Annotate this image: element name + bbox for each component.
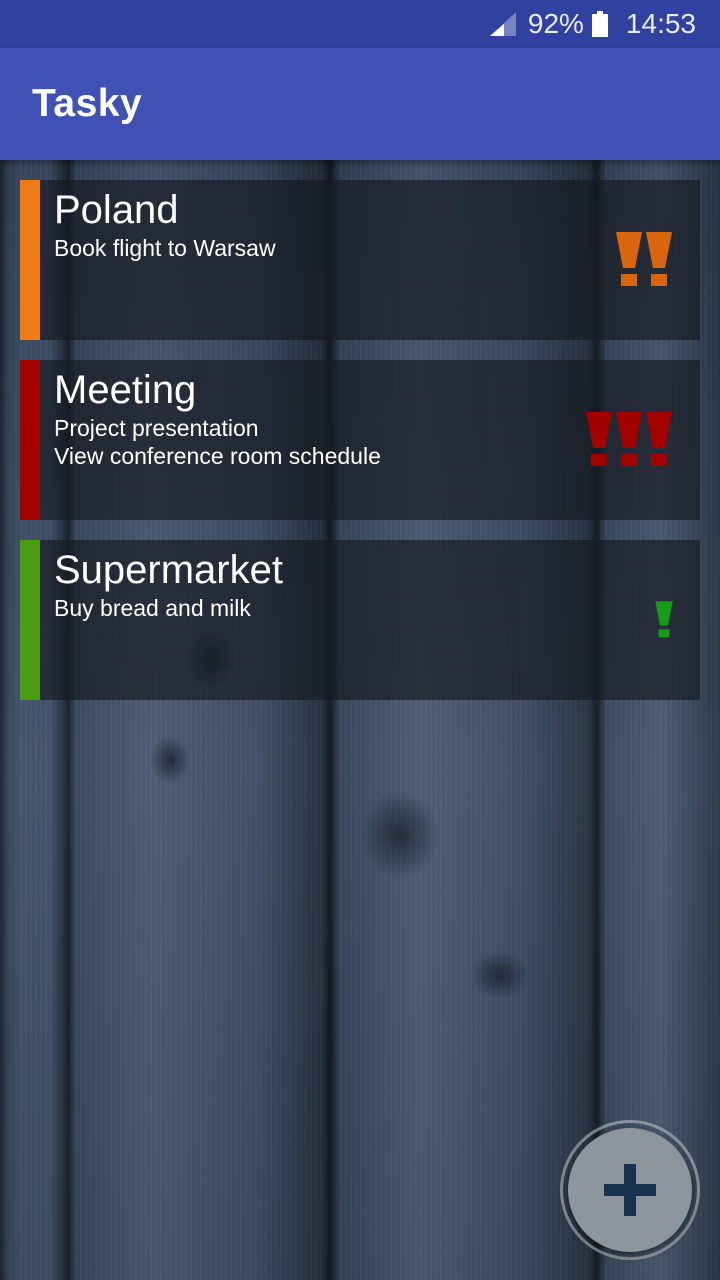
battery-icon — [591, 11, 608, 37]
wood-knot — [150, 735, 190, 785]
clock: 14:53 — [625, 8, 696, 39]
wood-knot — [470, 950, 530, 1000]
task-card[interactable]: Poland Book flight to Warsaw — [20, 180, 700, 340]
task-title: Meeting — [54, 368, 197, 412]
status-bar: 92% 14:53 — [0, 0, 720, 48]
task-description: Book flight to Warsaw — [54, 235, 276, 261]
task-description: Project presentation View conference roo… — [54, 415, 381, 469]
battery-percent: 92% — [527, 8, 584, 39]
add-task-button[interactable] — [568, 1128, 692, 1252]
plus-icon — [604, 1164, 656, 1216]
priority-indicator — [584, 360, 674, 520]
task-color-strip — [20, 360, 40, 520]
task-title: Poland — [54, 188, 179, 232]
fab-focus-ring — [560, 1120, 700, 1260]
task-color-strip — [20, 180, 40, 340]
exclamation-icon — [655, 601, 673, 638]
task-card[interactable]: Supermarket Buy bread and milk — [20, 540, 700, 700]
task-description: Buy bread and milk — [54, 595, 251, 621]
exclamation-icon — [616, 412, 642, 466]
priority-indicator — [654, 540, 674, 700]
task-title: Supermarket — [54, 548, 283, 592]
exclamation-icon — [586, 412, 612, 466]
task-color-strip — [20, 540, 40, 700]
app-bar: Tasky — [0, 48, 720, 160]
task-list: Poland Book flight to Warsaw Meeting Pro… — [20, 180, 700, 720]
exclamation-icon — [646, 232, 672, 286]
task-card[interactable]: Meeting Project presentation View confer… — [20, 360, 700, 520]
wood-knot — [360, 790, 440, 880]
priority-indicator — [614, 180, 674, 340]
signal-icon — [489, 12, 516, 36]
exclamation-icon — [616, 232, 642, 286]
exclamation-icon — [646, 412, 672, 466]
app-title: Tasky — [32, 82, 143, 125]
